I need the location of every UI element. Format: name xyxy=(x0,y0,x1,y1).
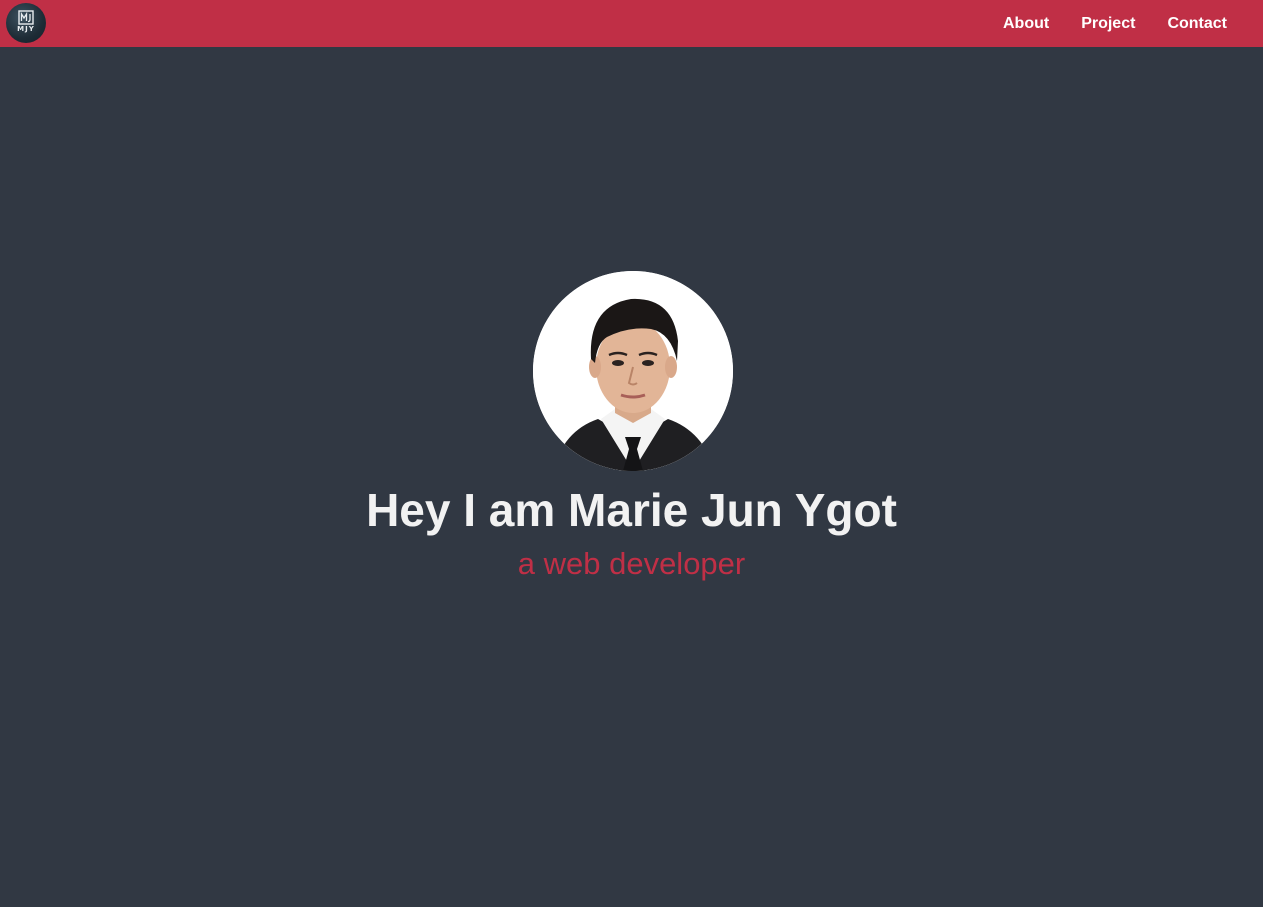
navbar: MJY About Project Contact xyxy=(0,0,1263,47)
nav-links: About Project Contact xyxy=(1003,0,1227,47)
nav-link-contact[interactable]: Contact xyxy=(1167,15,1227,33)
profile-photo xyxy=(533,271,733,471)
logo-text: MJY xyxy=(17,25,35,33)
hero-headline: Hey I am Marie Jun Ygot xyxy=(366,484,897,536)
mj-monogram-icon xyxy=(18,10,34,25)
nav-link-about[interactable]: About xyxy=(1003,15,1049,33)
hero-subtitle: a web developer xyxy=(517,546,746,581)
nav-link-project[interactable]: Project xyxy=(1081,15,1135,33)
profile-photo-illustration xyxy=(533,271,733,471)
site-logo[interactable]: MJY xyxy=(6,3,46,43)
hero-section: Hey I am Marie Jun Ygot a web developer xyxy=(0,47,1263,907)
